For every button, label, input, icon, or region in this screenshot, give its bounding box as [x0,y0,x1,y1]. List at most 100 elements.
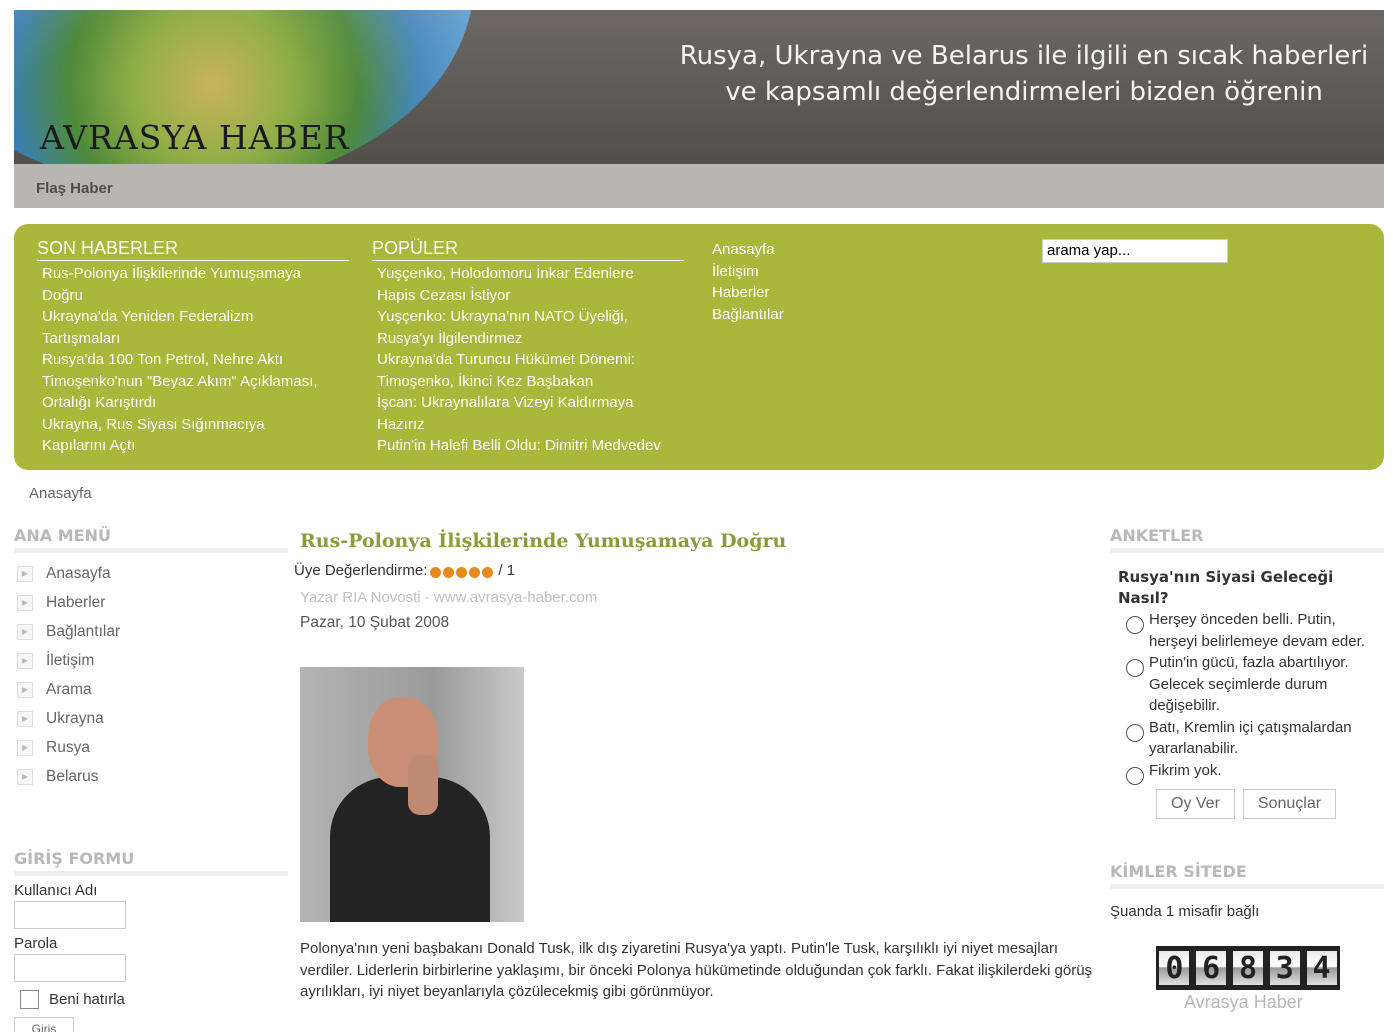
flash-news-label: Flaş Haber [36,180,113,197]
latest-news-column: SON HABERLER Rus-Polonya İlişkilerinde Y… [37,238,349,457]
menu-item-russia[interactable]: ▶ Rusya [14,733,288,762]
visitor-counter: 0 6 8 3 4 [1156,946,1340,990]
bullet-icon: ▶ [17,623,33,640]
bullet-icon: ▶ [17,565,33,582]
popular-link[interactable]: Rusya'yı İlgilendirmez [372,328,684,350]
remember-me-label: Beni hatırla [49,991,125,1008]
latest-news-link[interactable]: Rus-Polonya İlişkilerinde Yumuşamaya [37,263,349,285]
latest-news-link[interactable]: Timoşenko'nun "Beyaz Akım" Açıklaması, [37,371,349,393]
menu-item-label: Rusya [46,738,90,756]
site-slogan: Rusya, Ukrayna ve Belarus ile ilgili en … [674,38,1374,110]
menu-item-belarus[interactable]: ▶ Belarus [14,762,288,791]
menu-item-label: Ukrayna [46,709,104,727]
top-nav-home[interactable]: Anasayfa [712,239,912,261]
popular-link[interactable]: İşcan: Ukraynalılara Vizeyi Kaldırmaya [372,392,684,414]
poll-radio[interactable] [1126,723,1144,742]
article-author: Yazar RIA Novosti - www.avrasya-haber.co… [300,589,598,606]
who-online-text: Şuanda 1 misafir bağlı [1110,903,1260,920]
menu-item-ukraine[interactable]: ▶ Ukrayna [14,704,288,733]
menu-item-news[interactable]: ▶ Haberler [14,588,288,617]
counter-digit: 8 [1232,951,1263,986]
popular-link[interactable]: Hapis Cezası İstiyor [372,285,684,307]
poll-buttons: Oy Ver Sonuçlar [1156,788,1384,819]
popular-link[interactable]: Timoşenko, İkinci Kez Başbakan [372,371,684,393]
poll-option-label: Herşey önceden belli. Putin, herşeyi bel… [1149,611,1365,650]
photo-figure-hand [408,755,438,815]
top-nav-links[interactable]: Bağlantılar [712,304,912,326]
who-online-title: KİMLER SİTEDE [1110,862,1384,889]
article-date: Pazar, 10 Şubat 2008 [300,614,450,631]
poll-radio[interactable] [1126,766,1144,785]
bullet-icon: ▶ [17,681,33,698]
poll-radio[interactable] [1126,616,1144,634]
latest-news-link[interactable]: Ukrayna'da Yeniden Federalizm [37,306,349,328]
top-nav-contact[interactable]: İletişim [712,261,912,283]
bullet-icon: ▶ [17,768,33,785]
article-photo [300,667,524,922]
results-button[interactable]: Sonuçlar [1242,788,1337,819]
password-label: Parola [14,935,58,952]
latest-news-link[interactable]: Doğru [37,285,349,307]
latest-news-link[interactable]: Ortalığı Karıştırdı [37,392,349,414]
menu-item-home[interactable]: ▶ Anasayfa [14,559,288,588]
main-menu-module: ANA MENÜ ▶ Anasayfa ▶ Haberler ▶ Bağlantıla… [14,526,288,791]
bullet-icon: ▶ [17,652,33,669]
latest-news-link[interactable]: Ukrayna, Rus Siyasi Sığınmacıya [37,414,349,436]
poll-option[interactable]: Putin'in gücü, fazla abartılıyor. Gelece… [1126,652,1384,717]
latest-news-link[interactable]: Kapılarını Açtı [37,435,349,457]
poll-option-label: Batı, Kremlin içi çatışmalardan yararlan… [1149,718,1352,758]
login-button[interactable]: Giriş [14,1017,74,1032]
main-menu-title: ANA MENÜ [14,526,288,553]
bullet-icon: ▶ [17,710,33,727]
popular-link[interactable]: Yuşçenko, Holodomoru İnkar Edenlere [372,263,684,285]
counter-digit: 6 [1196,951,1227,986]
username-label: Kullanıcı Adı [14,882,98,899]
poll-module: ANKETLER Rusya'nın Siyasi Geleceği Nasıl… [1110,526,1384,1012]
menu-item-label: İletişim [46,651,95,669]
menu-item-label: Anasayfa [46,564,111,582]
rating-star-icon [430,567,442,578]
menu-item-links[interactable]: ▶ Bağlantılar [14,617,288,646]
article: Rus-Polonya İlişkilerinde Yumuşamaya Doğ… [294,530,1098,1000]
bullet-icon: ▶ [17,594,33,611]
poll-option[interactable]: Fikrim yok. [1126,760,1384,785]
latest-news-title: SON HABERLER [37,238,349,261]
slogan-line-2: ve kapsamlı değerlendirmeleri bizden öğr… [725,77,1323,107]
poll-option-label: Fikrim yok. [1149,761,1222,779]
popular-link[interactable]: Yuşçenko: Ukrayna'nın NATO Üyeliği, [372,306,684,328]
poll-option[interactable]: Herşey önceden belli. Putin, herşeyi bel… [1126,609,1384,652]
menu-item-label: Bağlantılar [46,622,121,640]
poll-radio[interactable] [1126,659,1144,677]
latest-news-link[interactable]: Tartışmaları [37,328,349,350]
popular-column: POPÜLER Yuşçenko, Holodomoru İnkar Edenl… [372,238,684,457]
counter-digit: 3 [1269,951,1300,986]
latest-news-link[interactable]: Rusya'da 100 Ton Petrol, Nehre Aktı [37,349,349,371]
rating-label: Üye Değerlendirme: [294,562,428,579]
rating-star-icon [456,567,468,578]
vote-button[interactable]: Oy Ver [1156,788,1235,819]
menu-item-label: Belarus [46,767,99,785]
menu-item-search[interactable]: ▶ Arama [14,675,288,704]
counter-digit: 4 [1306,951,1337,986]
breadcrumb[interactable]: Anasayfa [29,485,92,502]
password-field[interactable] [14,954,126,982]
article-body: Polonya'nın yeni başbakanı Donald Tusk, … [300,940,1093,1000]
article-title[interactable]: Rus-Polonya İlişkilerinde Yumuşamaya Doğ… [300,530,1098,552]
poll-option[interactable]: Batı, Kremlin içi çatışmalardan yararlan… [1126,717,1384,760]
login-form: GİRİŞ FORMU Kullanıcı Adı Parola Beni ha… [14,849,288,1032]
bullet-icon: ▶ [17,739,33,756]
username-field[interactable] [14,901,126,929]
site-logo[interactable]: AVRASYA HABER [40,118,350,157]
popular-link[interactable]: Hazırız [372,414,684,436]
remember-me-checkbox[interactable] [20,990,39,1009]
rating-star-icon [443,567,455,578]
top-nav-news[interactable]: Haberler [712,282,912,304]
search-input[interactable]: arama yap... [1042,239,1228,263]
popular-title: POPÜLER [372,238,684,261]
who-online-module: KİMLER SİTEDE Şuanda 1 misafir bağlı [1110,862,1384,920]
popular-link[interactable]: Putin'in Halefi Belli Oldu: Dimitri Medv… [372,435,684,457]
menu-item-contact[interactable]: ▶ İletişim [14,646,288,675]
main-menu-list: ▶ Anasayfa ▶ Haberler ▶ Bağlantılar ▶ İletiş… [14,559,288,791]
popular-link[interactable]: Ukrayna'da Turuncu Hükümet Dönemi: [372,349,684,371]
top-links-box: SON HABERLER Rus-Polonya İlişkilerinde Y… [14,224,1384,470]
